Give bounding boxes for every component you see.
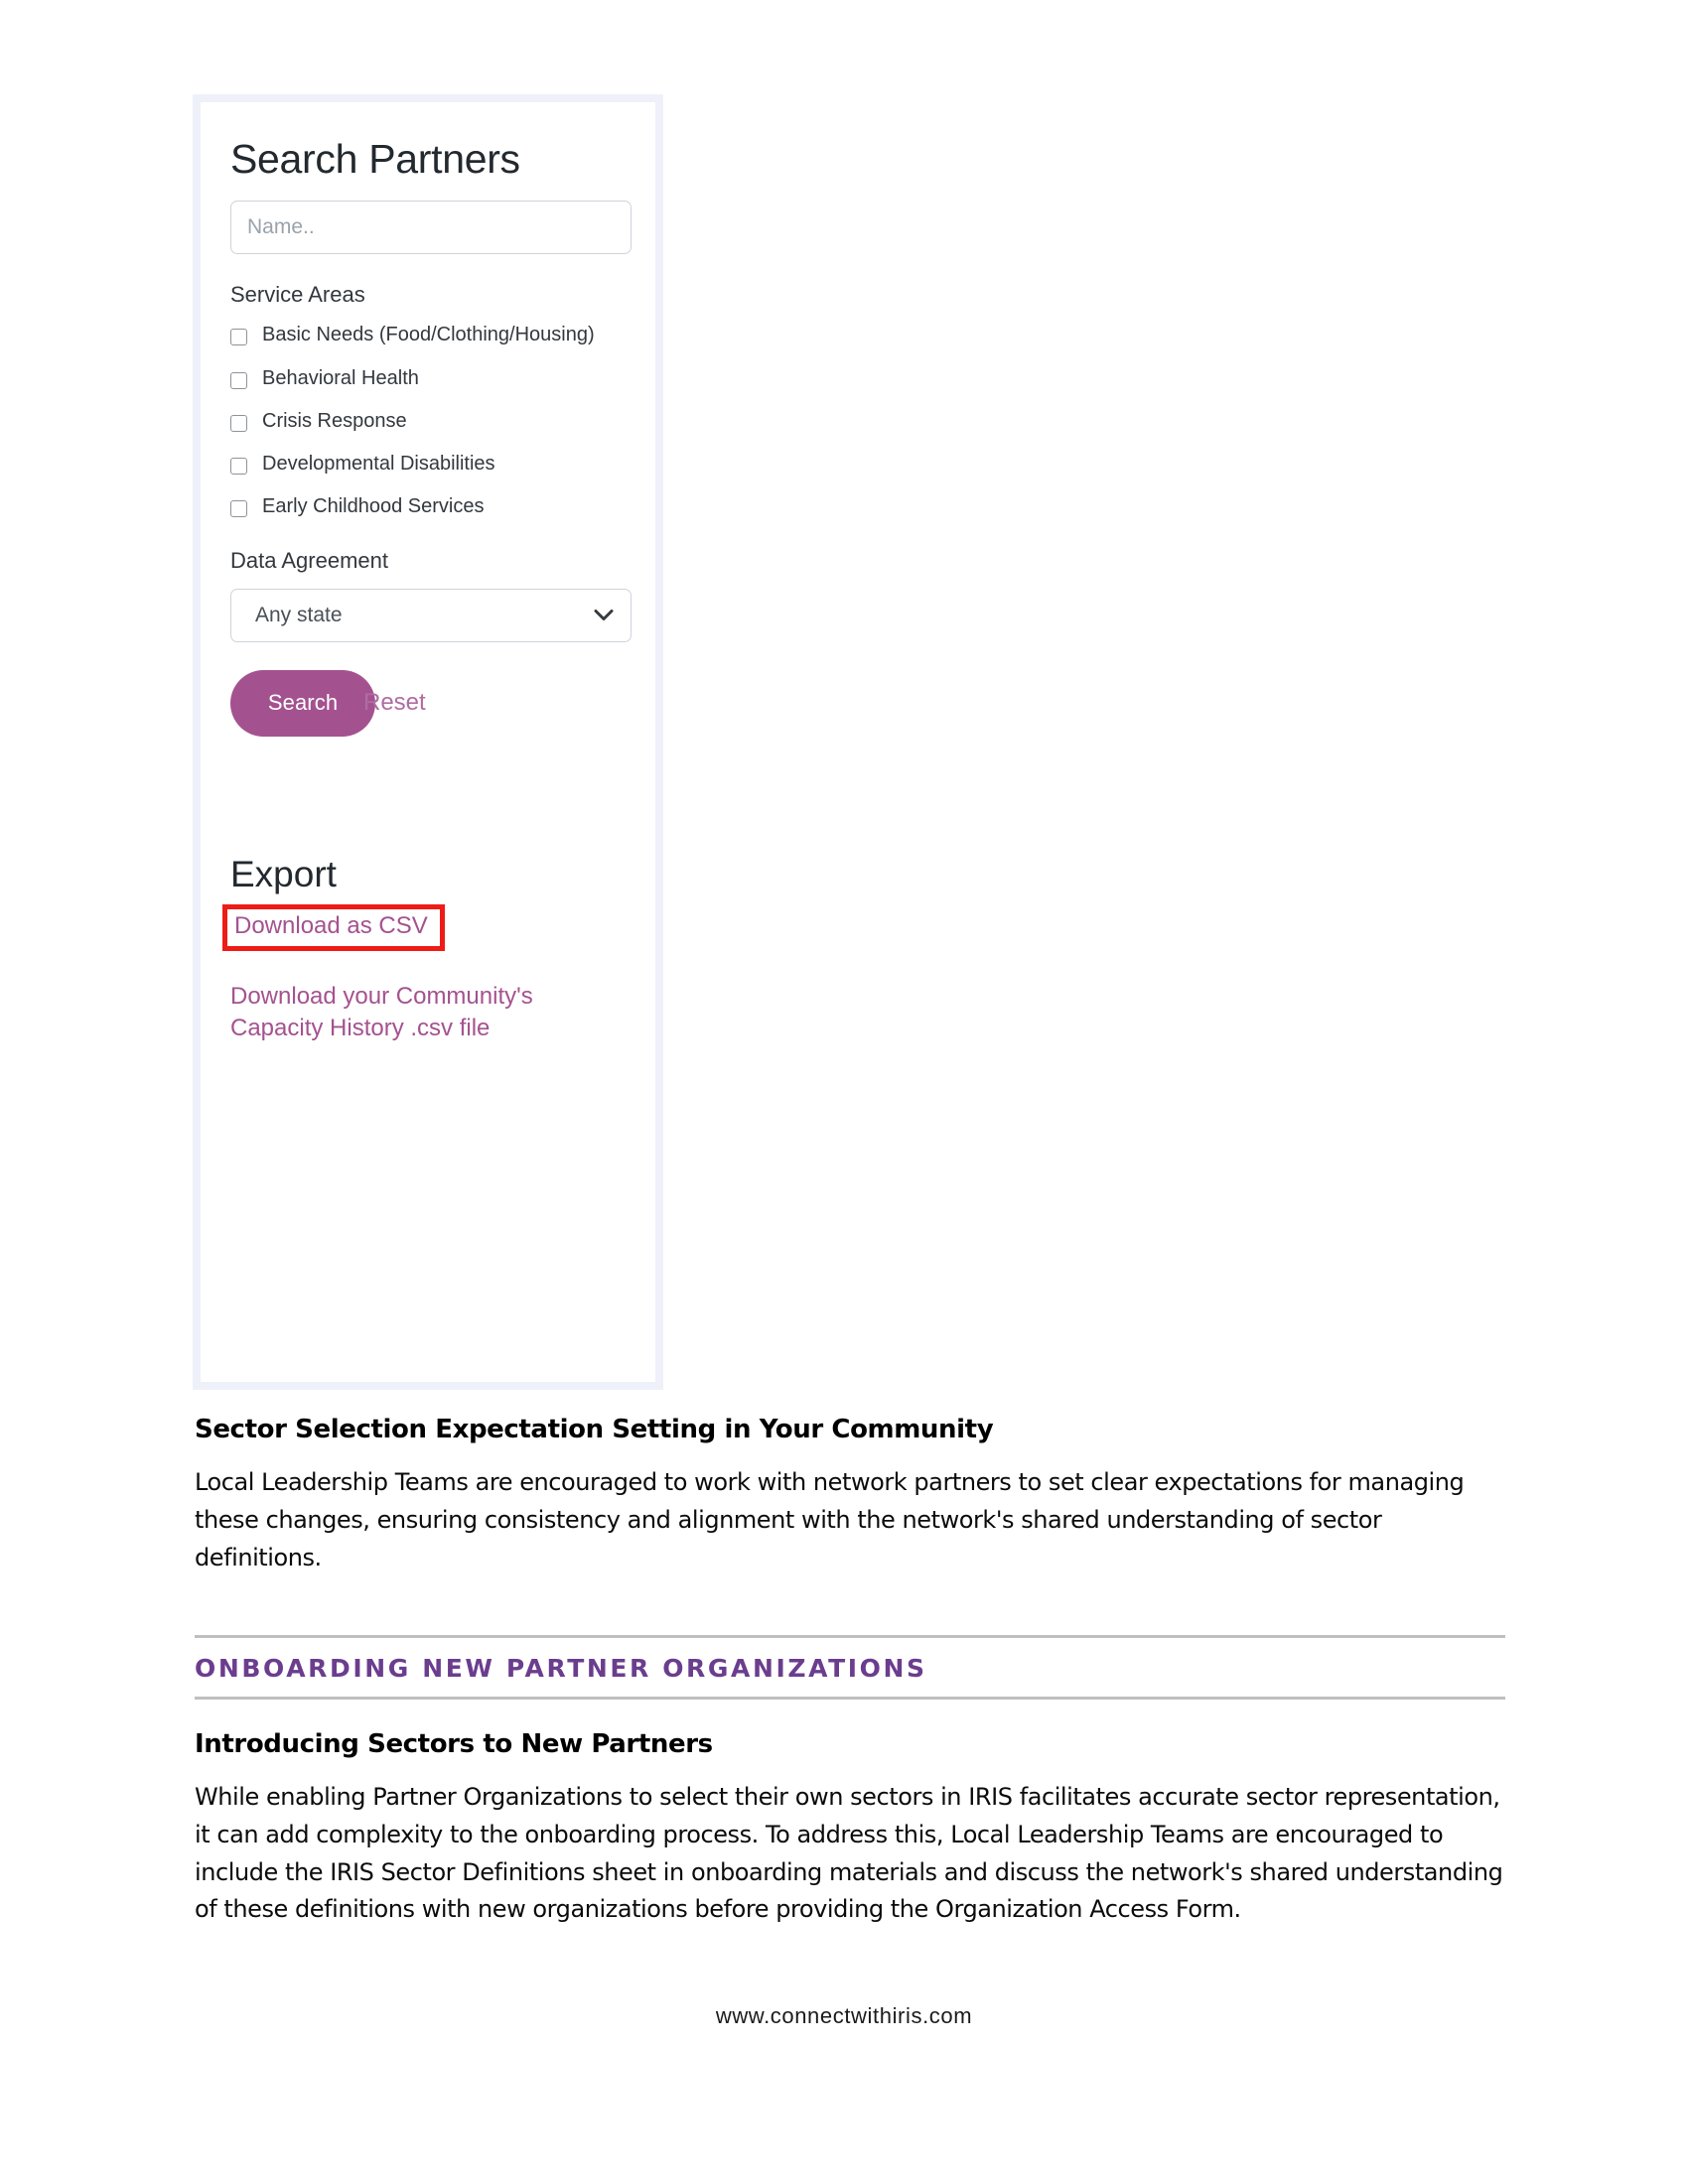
checkbox-row-behavioral-health[interactable]: Behavioral Health — [230, 365, 626, 392]
reset-link[interactable]: Reset — [363, 689, 426, 717]
checkbox-row-crisis-response[interactable]: Crisis Response — [230, 408, 626, 435]
page-title: Search Partners — [230, 136, 520, 182]
checkbox-label: Early Childhood Services — [262, 495, 485, 518]
checkbox-icon[interactable] — [230, 414, 247, 432]
data-agreement-label: Data Agreement — [230, 548, 388, 574]
search-button[interactable]: Search — [230, 669, 375, 737]
search-partners-panel-body: Search Partners Service Areas Basic Need… — [201, 102, 655, 1382]
checkbox-icon[interactable] — [230, 458, 247, 475]
checkbox-row-developmental-disabilities[interactable]: Developmental Disabilities — [230, 451, 626, 478]
document-body: Sector Selection Expectation Setting in … — [195, 1415, 1505, 1929]
checkbox-icon[interactable] — [230, 500, 247, 518]
search-partners-panel: Search Partners Service Areas Basic Need… — [193, 94, 663, 1390]
heading-spacer — [195, 1700, 1505, 1729]
checkbox-row-early-childhood-services[interactable]: Early Childhood Services — [230, 493, 626, 520]
heading-sector-selection: Sector Selection Expectation Setting in … — [195, 1415, 994, 1444]
checkbox-row-basic-needs[interactable]: Basic Needs (Food/Clothing/Housing) — [230, 322, 626, 348]
data-agreement-selected-value[interactable]: Any state — [230, 588, 632, 642]
checkbox-icon[interactable] — [230, 371, 247, 389]
paragraph-sector-selection: Local Leadership Teams are encouraged to… — [195, 1468, 1465, 1571]
checkbox-label: Developmental Disabilities — [262, 453, 495, 475]
section-heading-onboarding: ONBOARDING NEW PARTNER ORGANIZATIONS — [195, 1653, 927, 1683]
search-actions: Search Reset — [230, 669, 626, 737]
search-name-input[interactable] — [230, 201, 632, 255]
footer-url: www.connectwithiris.com — [715, 2003, 973, 2028]
service-areas-label: Service Areas — [230, 282, 365, 308]
data-agreement-select[interactable]: Any state — [230, 588, 632, 642]
checkbox-label: Crisis Response — [262, 409, 407, 432]
download-csv-highlight-box: Download as CSV — [222, 903, 445, 951]
paragraph-introducing-sectors: While enabling Partner Organizations to … — [195, 1782, 1503, 1924]
capacity-history-csv-link[interactable]: Download your Community's Capacity Histo… — [230, 981, 568, 1045]
checkbox-label: Basic Needs (Food/Clothing/Housing) — [262, 324, 595, 346]
heading-introducing-sectors: Introducing Sectors to New Partners — [195, 1728, 713, 1759]
service-areas-checkbox-group: Basic Needs (Food/Clothing/Housing) Beha… — [230, 322, 626, 520]
export-heading: Export — [230, 853, 337, 894]
checkbox-label: Behavioral Health — [262, 366, 419, 389]
download-as-csv-link[interactable]: Download as CSV — [234, 912, 428, 939]
checkbox-icon[interactable] — [230, 329, 247, 346]
